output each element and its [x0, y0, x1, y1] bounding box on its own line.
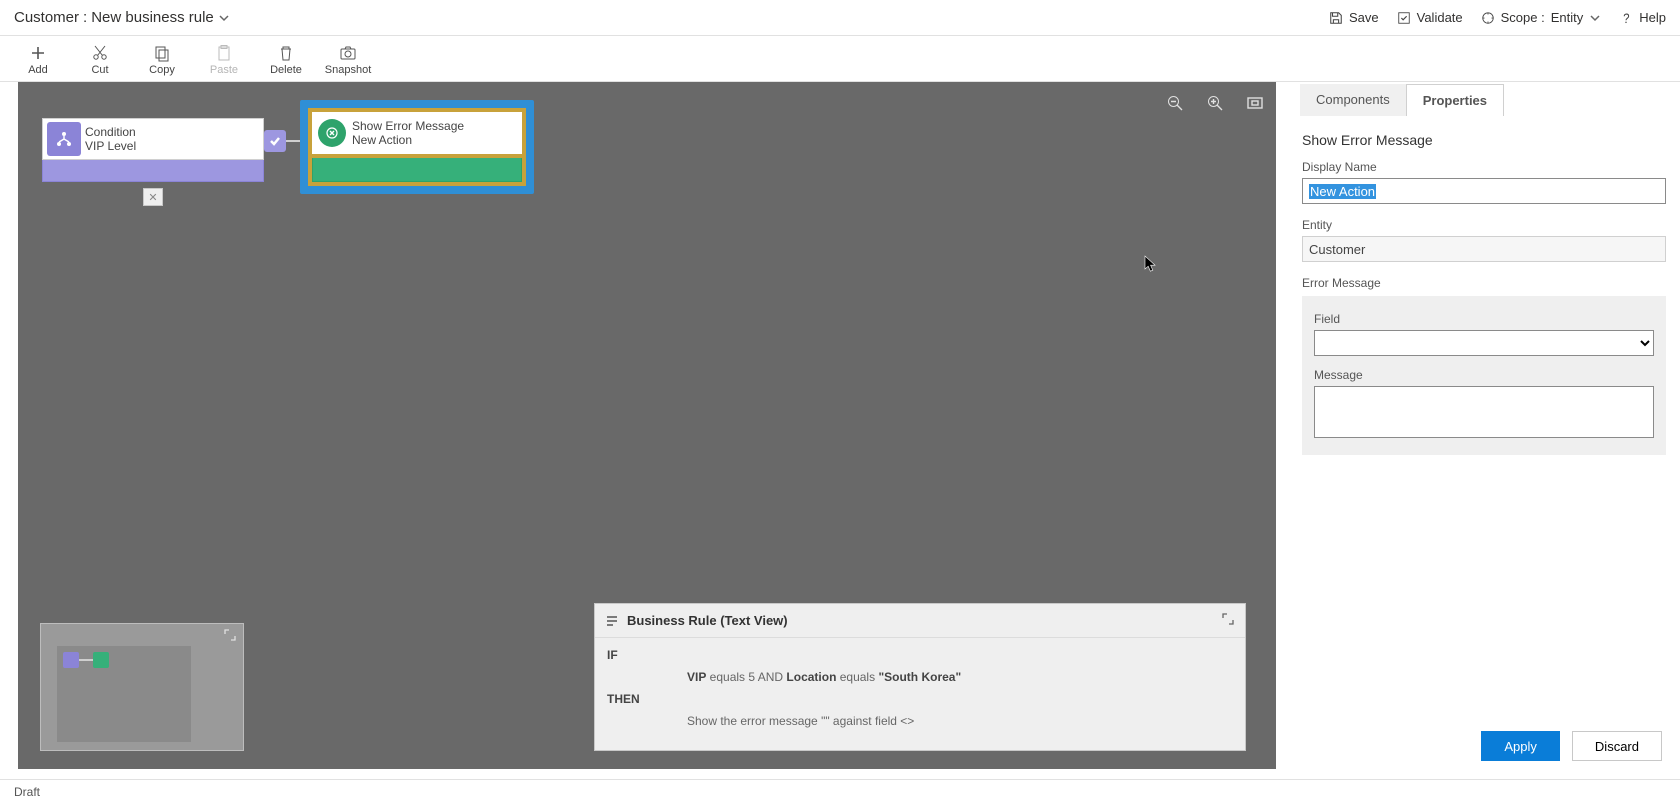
- minimap-expand-icon[interactable]: [223, 628, 237, 642]
- save-icon: [1329, 11, 1343, 25]
- discard-button[interactable]: Discard: [1572, 731, 1662, 761]
- snapshot-label: Snapshot: [325, 64, 371, 76]
- error-message-label: Error Message: [1302, 276, 1666, 290]
- panel-tabs: Components Properties: [1300, 84, 1668, 116]
- cut-label: Cut: [91, 64, 108, 76]
- validate-button[interactable]: Validate: [1397, 10, 1463, 25]
- design-canvas[interactable]: Condition VIP Level ✕: [18, 82, 1276, 769]
- scope-value: Entity: [1551, 10, 1584, 25]
- fit-to-screen-button[interactable]: [1244, 92, 1266, 114]
- add-label: Add: [28, 64, 48, 76]
- paste-button: Paste: [204, 44, 244, 76]
- text-view-panel: Business Rule (Text View) IF VIP equal: [594, 603, 1246, 751]
- entity-name: Customer: [14, 9, 79, 26]
- entity-input: Customer: [1302, 236, 1666, 262]
- add-button[interactable]: Add: [18, 44, 58, 76]
- scope-icon: [1481, 11, 1495, 25]
- properties-panel: Components Properties Show Error Message…: [1288, 82, 1680, 779]
- field-label: Field: [1314, 312, 1654, 326]
- scope-selector[interactable]: Scope : Entity: [1481, 10, 1602, 25]
- delete-icon: [277, 44, 295, 62]
- add-icon: [29, 44, 47, 62]
- error-action-icon: [318, 119, 346, 147]
- snapshot-icon: [339, 44, 357, 62]
- scope-label: Scope :: [1501, 10, 1545, 25]
- chevron-down-icon[interactable]: [1589, 12, 1601, 24]
- title-separator: :: [83, 9, 87, 26]
- tab-properties[interactable]: Properties: [1406, 84, 1504, 116]
- field-select[interactable]: [1314, 330, 1654, 356]
- text-view-title: Business Rule (Text View): [627, 613, 788, 628]
- paste-icon: [215, 44, 233, 62]
- minimap-connector: [79, 659, 93, 661]
- canvas-container: Condition VIP Level ✕: [0, 82, 1288, 779]
- help-label: Help: [1639, 10, 1666, 25]
- delete-label: Delete: [270, 64, 302, 76]
- copy-label: Copy: [149, 64, 175, 76]
- header-actions: Save Validate Scope : Entity Help: [1329, 10, 1666, 25]
- minimap-condition: [63, 652, 79, 668]
- condition-icon: [47, 122, 81, 156]
- message-label: Message: [1314, 368, 1654, 382]
- message-textarea[interactable]: [1314, 386, 1654, 438]
- text-view-icon: [605, 614, 619, 628]
- minimap[interactable]: [40, 623, 244, 751]
- display-name-value: New Action: [1309, 184, 1376, 199]
- status-text: Draft: [14, 785, 40, 799]
- entity-value: Customer: [1309, 242, 1365, 257]
- validate-icon: [1397, 11, 1411, 25]
- minimap-action: [93, 652, 109, 668]
- then-expression: Show the error message "" against field …: [687, 714, 914, 728]
- copy-button[interactable]: Copy: [142, 44, 182, 76]
- rule-title[interactable]: Customer: New business rule: [14, 9, 230, 26]
- error-message-subpanel: Field Message: [1302, 296, 1666, 455]
- condition-bar: [42, 160, 264, 182]
- condition-title: Condition: [85, 125, 136, 139]
- canvas-zoom-toolbar: [1164, 92, 1266, 114]
- display-name-input[interactable]: New Action: [1302, 178, 1666, 204]
- text-view-expand-icon[interactable]: [1221, 612, 1235, 629]
- if-keyword: IF: [607, 648, 647, 662]
- action-node-selected[interactable]: Show Error Message New Action: [300, 100, 534, 194]
- header-bar: Customer: New business rule Save Validat…: [0, 0, 1680, 36]
- status-bar: Draft: [0, 779, 1680, 803]
- then-keyword: THEN: [607, 692, 647, 706]
- command-toolbar: Add Cut Copy Paste Delete Snapshot: [0, 36, 1680, 82]
- delete-button[interactable]: Delete: [266, 44, 306, 76]
- if-expression: VIP equals 5 AND Location equals "South …: [687, 670, 961, 684]
- help-button[interactable]: Help: [1619, 10, 1666, 25]
- condition-node[interactable]: Condition VIP Level ✕: [42, 118, 264, 182]
- chevron-down-icon[interactable]: [218, 12, 230, 24]
- zoom-in-button[interactable]: [1204, 92, 1226, 114]
- rule-name: New business rule: [91, 9, 214, 26]
- action-bar: [312, 158, 522, 182]
- help-icon: [1619, 11, 1633, 25]
- paste-label: Paste: [210, 64, 238, 76]
- condition-subtitle: VIP Level: [85, 139, 136, 153]
- zoom-out-button[interactable]: [1164, 92, 1186, 114]
- tab-components[interactable]: Components: [1300, 84, 1406, 116]
- validate-label: Validate: [1417, 10, 1463, 25]
- cut-icon: [91, 44, 109, 62]
- snapshot-button[interactable]: Snapshot: [328, 44, 368, 76]
- action-subtitle: New Action: [352, 133, 464, 147]
- action-title: Show Error Message: [352, 119, 464, 133]
- condition-false-handle[interactable]: ✕: [143, 188, 163, 206]
- entity-label: Entity: [1302, 218, 1666, 232]
- display-name-label: Display Name: [1302, 160, 1666, 174]
- copy-icon: [153, 44, 171, 62]
- cut-button[interactable]: Cut: [80, 44, 120, 76]
- save-label: Save: [1349, 10, 1379, 25]
- save-button[interactable]: Save: [1329, 10, 1379, 25]
- apply-button[interactable]: Apply: [1481, 731, 1560, 761]
- condition-true-handle[interactable]: [264, 130, 286, 152]
- properties-section-title: Show Error Message: [1302, 132, 1666, 148]
